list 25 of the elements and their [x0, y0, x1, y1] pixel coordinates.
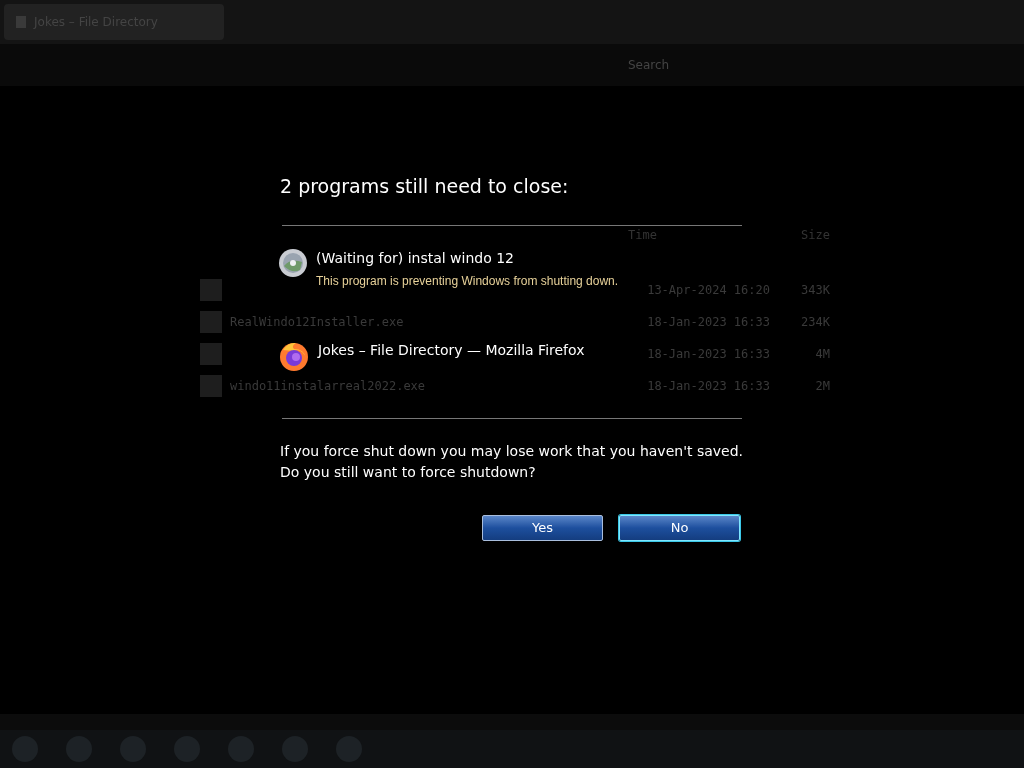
file-size: 234K: [800, 314, 830, 331]
dialog-title: 2 programs still need to close:: [280, 174, 570, 199]
program-name: (Waiting for) instal windo 12: [316, 248, 516, 268]
dialog-button[interactable]: Yes: [482, 514, 603, 541]
file-icon: [200, 279, 222, 301]
dialog-message: If you force shut down you may lose work that you haven't saved.: [280, 441, 745, 461]
dialog-button[interactable]: No: [619, 514, 740, 541]
file-size: 4M: [814, 346, 830, 363]
file-size: 343K: [800, 282, 830, 299]
file-size: 2M: [814, 378, 830, 395]
file-date: 18-Jan-2023 16:33: [647, 314, 770, 331]
file-icon: [200, 311, 222, 333]
program-note: This program is preventing Windows from shutting down.: [316, 272, 619, 290]
file-link[interactable]: windo11instalarreal2022.exe: [230, 377, 426, 395]
file-link[interactable]: RealWindo12Installer.exe: [230, 313, 404, 331]
file-date: 18-Jan-2023 16:33: [647, 378, 770, 395]
program-name: Jokes – File Directory — Mozilla Firefox: [318, 340, 585, 360]
file-icon: [200, 343, 222, 365]
dialog-message: Do you still want to force shutdown?: [280, 462, 537, 482]
page-icon: [16, 16, 26, 28]
search-field[interactable]: Search: [620, 50, 820, 80]
file-icon: [200, 375, 222, 397]
disc-icon: [278, 247, 308, 278]
file-date: 18-Jan-2023 16:33: [647, 346, 770, 363]
file-date: 13-Apr-2024 16:20: [647, 282, 770, 299]
